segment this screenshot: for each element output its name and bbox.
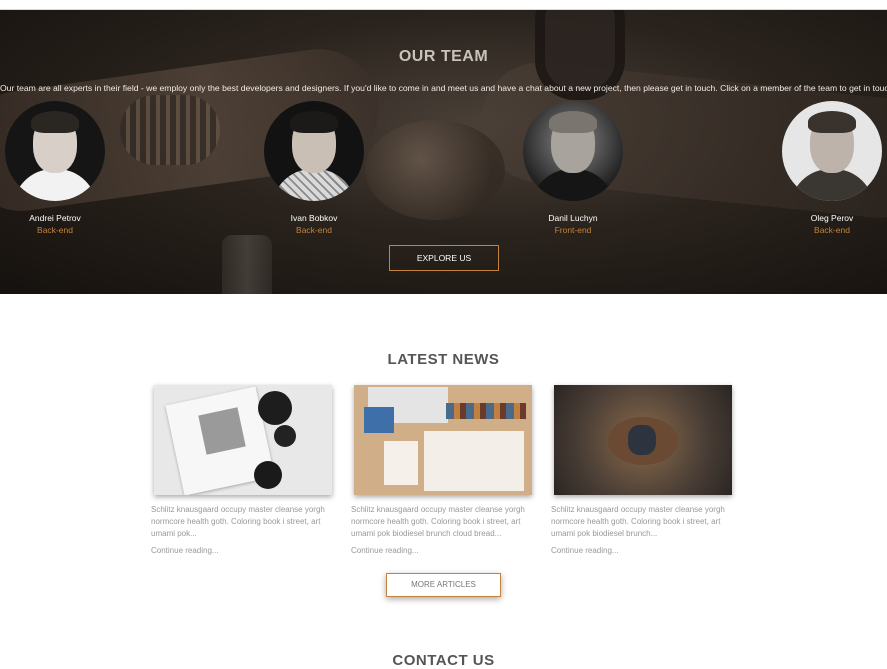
member-avatar[interactable] <box>782 101 882 201</box>
team-title: OUR TEAM <box>398 48 489 65</box>
top-strip <box>0 0 887 10</box>
team-section: OUR TEAM Our team are all experts in the… <box>0 10 887 294</box>
member-name: Oleg Perov <box>810 213 854 223</box>
member-avatar[interactable] <box>523 101 623 201</box>
member-role: Back-end <box>296 225 332 235</box>
background-bracelets <box>120 95 220 165</box>
member-role: Back-end <box>37 225 73 235</box>
member-name: Ivan Bobkov <box>290 213 338 223</box>
article-excerpt: Schlitz knausgaard occupy master cleanse… <box>351 505 525 538</box>
article-thumbnail[interactable] <box>354 385 532 495</box>
member-avatar[interactable] <box>264 101 364 201</box>
background-fist <box>365 120 505 220</box>
news-title: LATEST NEWS <box>387 351 500 368</box>
team-member-card[interactable]: Danil Luchyn Front-end <box>518 101 628 235</box>
member-name: Andrei Petrov <box>29 213 81 223</box>
team-member-card[interactable]: Oleg Perov Back-end <box>777 101 887 235</box>
contact-title: CONTACT US <box>392 652 495 669</box>
member-role: Back-end <box>814 225 850 235</box>
member-name: Danil Luchyn <box>548 213 598 223</box>
article-excerpt: Schlitz knausgaard occupy master cleanse… <box>151 505 325 538</box>
article-thumbnail[interactable] <box>154 385 332 495</box>
more-articles-button[interactable]: MORE ARTICLES <box>386 573 501 597</box>
news-section: LATEST NEWS Schlitz knausgaard occupy ma… <box>0 294 887 669</box>
member-avatar[interactable] <box>5 101 105 201</box>
continue-reading-link[interactable]: Continue reading... <box>151 546 333 555</box>
news-article: Schlitz knausgaard occupy master cleanse… <box>351 385 533 555</box>
article-thumbnail[interactable] <box>554 385 732 495</box>
team-intro: Our team are all experts in their field … <box>0 83 887 93</box>
background-bottle <box>222 235 272 294</box>
team-member-card[interactable]: Andrei Petrov Back-end <box>0 101 110 235</box>
news-article: Schlitz knausgaard occupy master cleanse… <box>151 385 333 555</box>
explore-us-button[interactable]: EXPLORE US <box>389 245 499 271</box>
continue-reading-link[interactable]: Continue reading... <box>551 546 733 555</box>
continue-reading-link[interactable]: Continue reading... <box>351 546 533 555</box>
member-role: Front-end <box>554 225 592 235</box>
team-member-card[interactable]: Ivan Bobkov Back-end <box>259 101 369 235</box>
news-article: Schlitz knausgaard occupy master cleanse… <box>551 385 733 555</box>
article-excerpt: Schlitz knausgaard occupy master cleanse… <box>551 505 725 538</box>
